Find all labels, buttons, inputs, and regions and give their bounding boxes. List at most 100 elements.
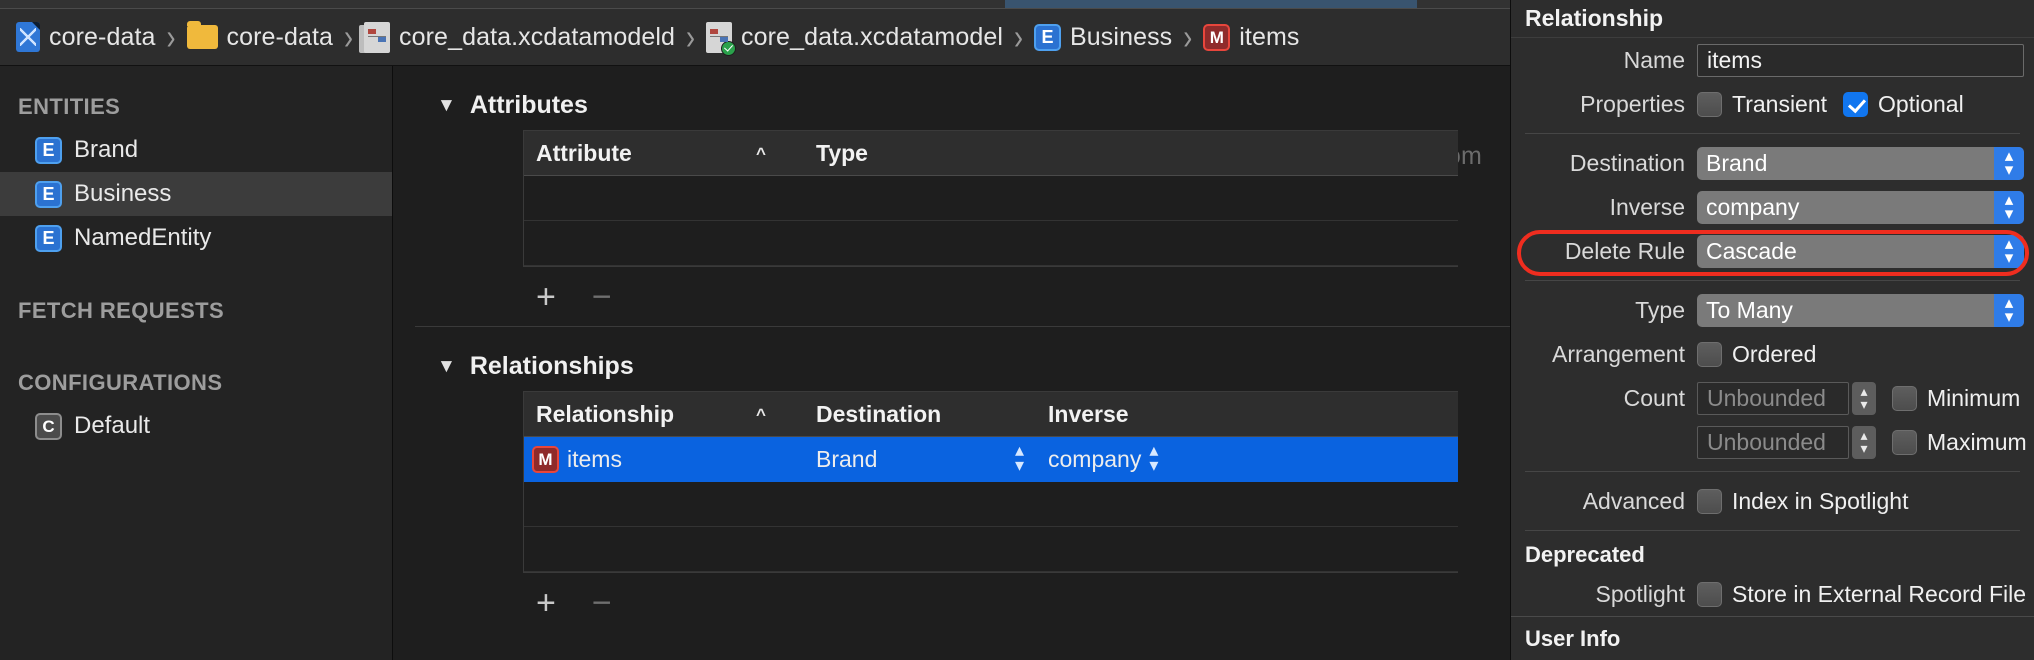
inspector-divider — [1525, 530, 2020, 531]
sidebar-item-business[interactable]: E Business — [0, 172, 392, 216]
checkmark-badge-icon — [721, 40, 737, 56]
maximum-label: Maximum — [1927, 428, 2027, 455]
editor-body: ENTITIES E Brand E Business E NamedEntit… — [0, 66, 1510, 660]
column-header-relationship[interactable]: Relationship — [524, 401, 756, 428]
chevron-right-icon: › — [166, 16, 176, 57]
destination-popup-value: Brand — [1706, 149, 1768, 176]
chevron-updown-icon[interactable]: ▴ ▾ — [1994, 234, 2024, 268]
column-header-inverse[interactable]: Inverse — [1048, 401, 1458, 428]
configuration-icon: C — [35, 412, 62, 440]
column-header-label: Type — [816, 139, 868, 166]
index-in-spotlight-checkbox[interactable] — [1697, 488, 1722, 514]
breadcrumb-label: items — [1239, 22, 1300, 51]
xcode-core-data-editor: core-data › core-data › core_data.xcdata… — [0, 0, 2034, 660]
column-header-destination[interactable]: Destination — [816, 401, 1048, 428]
attributes-title: Attributes — [469, 90, 588, 119]
arrangement-label: Arrangement — [1552, 340, 1685, 367]
name-field[interactable]: items — [1697, 43, 2024, 77]
count-minimum-field[interactable]: Unbounded — [1697, 381, 1849, 415]
chevron-right-icon: › — [686, 16, 696, 57]
sidebar-item-namedentity[interactable]: E NamedEntity — [0, 216, 392, 260]
entity-icon: E — [35, 136, 62, 164]
model-outline-sidebar: ENTITIES E Brand E Business E NamedEntit… — [0, 66, 393, 660]
column-header-type[interactable]: Type — [816, 140, 1458, 167]
relationship-icon: M — [1203, 23, 1231, 51]
relationship-inspector: Relationship Name items Properties Trans… — [1510, 0, 2034, 660]
breadcrumb-label: core-data — [226, 22, 334, 51]
add-relationship-button[interactable]: + — [536, 586, 556, 620]
column-header-label: Destination — [816, 400, 942, 427]
optional-label: Optional — [1878, 90, 1964, 117]
sort-indicator[interactable]: ^ — [756, 406, 816, 423]
destination-label: Destination — [1569, 149, 1685, 176]
chevron-updown-icon[interactable]: ▴ ▾ — [1994, 190, 2024, 224]
relationship-icon: M — [532, 445, 559, 473]
maximum-checkbox[interactable] — [1892, 429, 1917, 455]
column-header-label: Relationship — [536, 400, 675, 427]
optional-checkbox[interactable] — [1843, 91, 1869, 117]
table-row[interactable]: M items Brand ▴ ▾ company ▴ ▾ — [524, 437, 1458, 482]
relationships-section-header[interactable]: ▼ Relationships — [393, 341, 1510, 391]
disclosure-triangle-icon[interactable]: ▼ — [437, 357, 456, 376]
store-in-external-record-file-checkbox[interactable] — [1697, 581, 1722, 607]
count-minimum-stepper[interactable]: ▴ ▾ — [1852, 381, 1876, 415]
remove-attribute-button[interactable]: − — [592, 280, 612, 314]
breadcrumb-item-xcdatamodeld[interactable]: core_data.xcdatamodeld — [359, 9, 675, 65]
type-popup[interactable]: To Many ▴ ▾ — [1697, 293, 2024, 327]
user-info-section-header[interactable]: User Info — [1511, 616, 2034, 660]
spotlight-label: Spotlight — [1595, 580, 1685, 607]
breadcrumb-label: Business — [1070, 22, 1173, 51]
chevron-updown-icon[interactable]: ▴ ▾ — [1994, 146, 2024, 180]
attributes-empty-row[interactable] — [524, 176, 1458, 221]
delete-rule-popup[interactable]: Cascade ▴ ▾ — [1697, 234, 2024, 268]
destination-cell[interactable]: Brand ▴ ▾ — [816, 441, 1048, 475]
sidebar-item-default[interactable]: C Default — [0, 404, 392, 448]
attributes-section: ▼ Attributes Attribute ^ Type + − — [393, 80, 1510, 326]
sort-indicator[interactable]: ^ — [756, 145, 816, 162]
breadcrumb-item-relationship[interactable]: M items — [1203, 9, 1299, 65]
inspector-row-arrangement: Arrangement Ordered — [1511, 332, 2034, 376]
entity-table-editor: advancedswift.com ▼ Attributes Attribute… — [393, 66, 1510, 660]
swift-project-icon — [16, 22, 40, 52]
remove-relationship-button[interactable]: − — [592, 586, 612, 620]
count-maximum-stepper[interactable]: ▴ ▾ — [1852, 425, 1876, 459]
chevron-updown-icon[interactable]: ▴ ▾ — [1994, 293, 2024, 327]
transient-label: Transient — [1732, 90, 1828, 117]
ordered-checkbox[interactable] — [1697, 341, 1722, 367]
breadcrumb-label: core-data — [49, 22, 156, 51]
column-header-attribute[interactable]: Attribute — [524, 140, 756, 167]
inverse-stepper-icon[interactable]: ▴ ▾ — [1149, 441, 1158, 474]
attributes-empty-row[interactable] — [524, 221, 1458, 266]
name-label: Name — [1623, 46, 1685, 73]
breadcrumb-item-entity[interactable]: E Business — [1034, 9, 1172, 65]
relationships-empty-row[interactable] — [524, 527, 1458, 572]
minimum-checkbox[interactable] — [1892, 385, 1917, 411]
inspector-divider — [1525, 280, 2020, 281]
chevron-right-icon: › — [1183, 16, 1193, 57]
tab-strip — [0, 0, 1510, 9]
attributes-section-header[interactable]: ▼ Attributes — [393, 80, 1510, 130]
destination-stepper-icon[interactable]: ▴ ▾ — [1015, 441, 1024, 474]
active-tab-indicator[interactable] — [1005, 0, 1417, 8]
breadcrumb-item-project[interactable]: core-data — [16, 9, 156, 65]
disclosure-triangle-icon[interactable]: ▼ — [437, 96, 456, 115]
breadcrumb-item-xcdatamodel[interactable]: core_data.xcdatamodel — [706, 9, 1003, 65]
inverse-popup[interactable]: company ▴ ▾ — [1697, 190, 2024, 224]
count-maximum-field[interactable]: Unbounded — [1697, 425, 1849, 459]
sidebar-item-brand[interactable]: E Brand — [0, 128, 392, 172]
inverse-cell[interactable]: company ▴ ▾ — [1048, 441, 1458, 475]
relationships-empty-row[interactable] — [524, 482, 1458, 527]
xcdatamodel-icon — [706, 21, 737, 56]
sidebar-item-label: Business — [74, 180, 172, 207]
properties-label: Properties — [1580, 90, 1685, 117]
destination-popup[interactable]: Brand ▴ ▾ — [1697, 146, 2024, 180]
add-attribute-button[interactable]: + — [536, 280, 556, 314]
breadcrumb-item-folder[interactable]: core-data — [186, 9, 334, 65]
attributes-table: Attribute ^ Type — [523, 130, 1458, 266]
relationship-name-cell[interactable]: M items — [524, 445, 756, 473]
folder-icon — [186, 21, 218, 49]
inspector-row-count-min: Count Unbounded ▴ ▾ Minimum — [1511, 376, 2034, 420]
transient-checkbox[interactable] — [1697, 91, 1722, 117]
count-label: Count — [1623, 384, 1685, 411]
